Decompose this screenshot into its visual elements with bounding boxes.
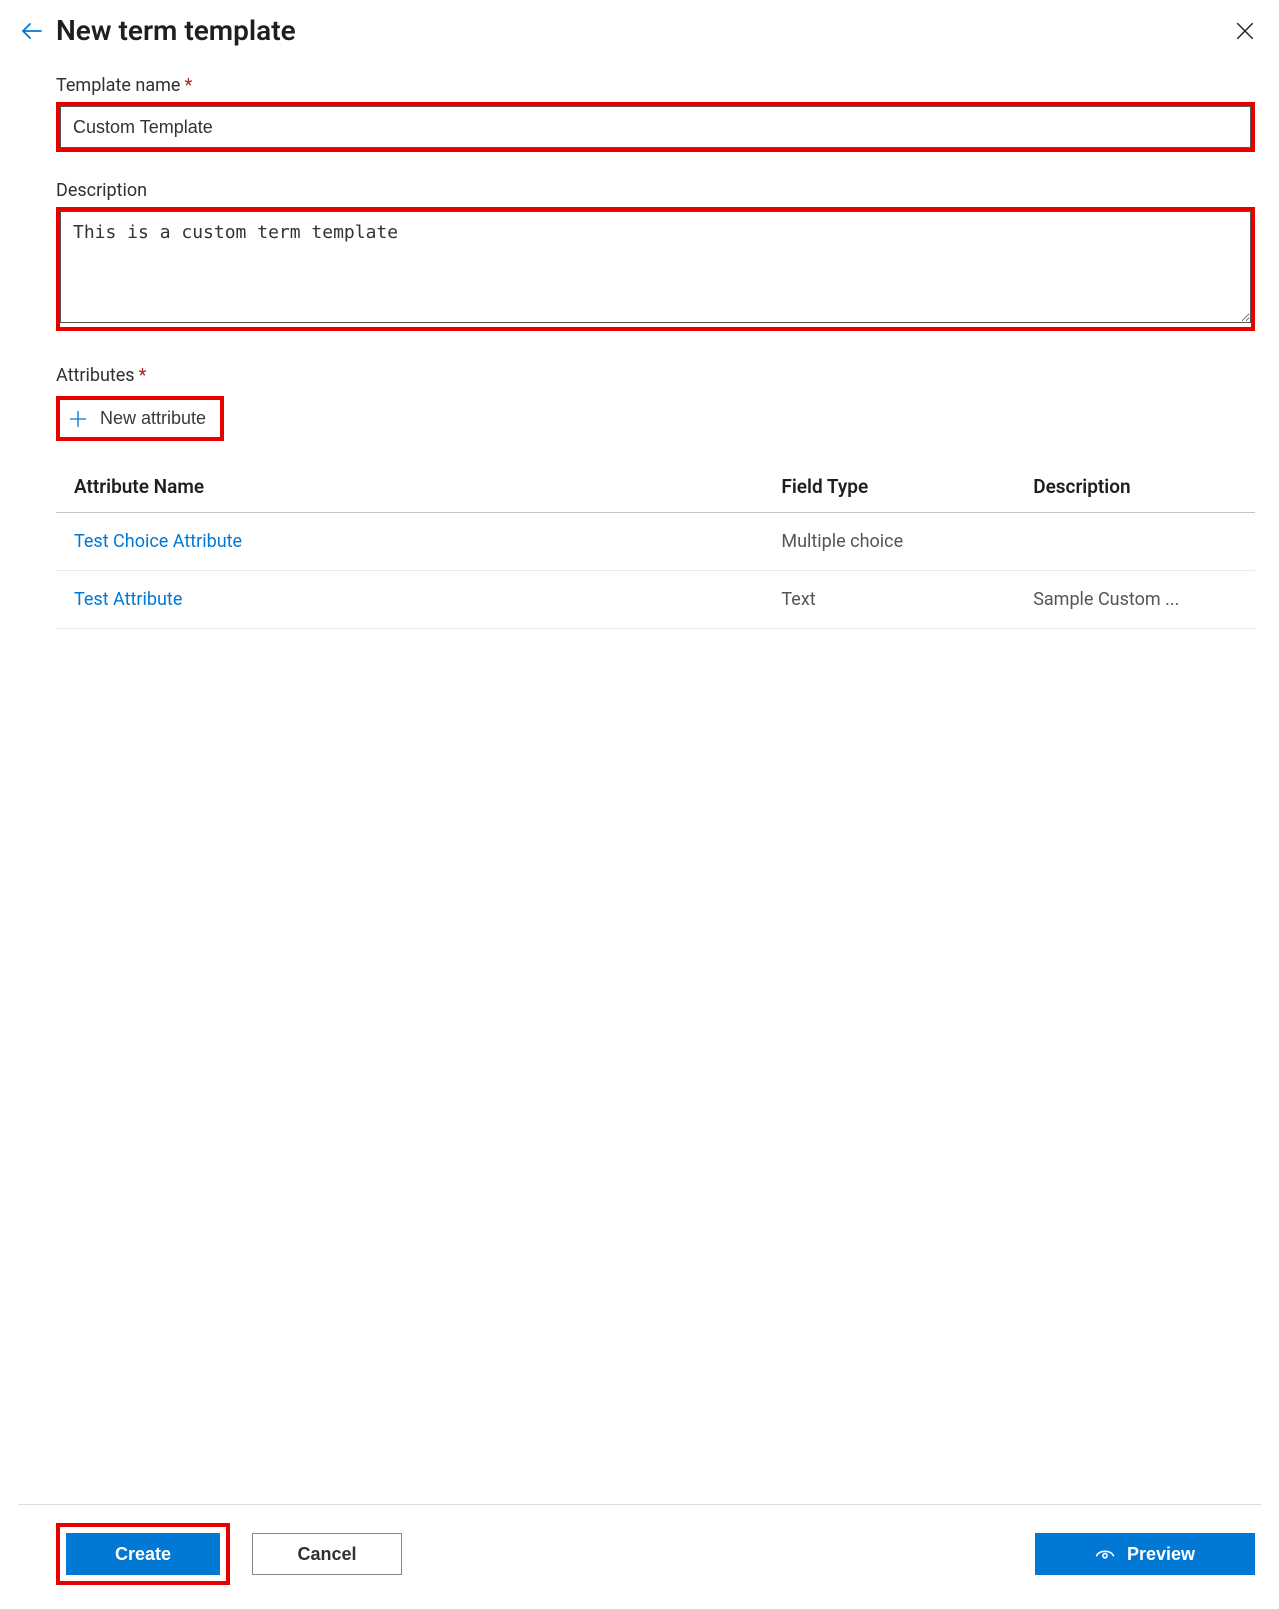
col-header-name[interactable]: Attribute Name (56, 461, 763, 513)
page-title: New term template (56, 14, 296, 47)
table-row: Test Choice Attribute Multiple choice (56, 513, 1255, 571)
new-attribute-label: New attribute (100, 408, 206, 429)
col-header-desc[interactable]: Description (1015, 461, 1255, 513)
template-name-input[interactable] (60, 106, 1251, 148)
description-textarea[interactable] (60, 211, 1251, 323)
back-button[interactable] (18, 17, 46, 45)
attributes-label: Attributes* (56, 365, 1255, 386)
description-cell: Sample Custom ... (1015, 571, 1255, 629)
col-header-type[interactable]: Field Type (763, 461, 1015, 513)
description-label: Description (56, 180, 1255, 201)
cancel-button[interactable]: Cancel (252, 1533, 402, 1575)
attributes-table: Attribute Name Field Type Description Te… (56, 461, 1255, 629)
footer-bar: Create Cancel Preview (18, 1504, 1261, 1585)
field-type-cell: Multiple choice (763, 513, 1015, 571)
arrow-left-icon (20, 19, 44, 43)
close-icon (1234, 20, 1256, 42)
attribute-link[interactable]: Test Attribute (74, 589, 182, 610)
preview-label: Preview (1127, 1544, 1195, 1565)
table-row: Test Attribute Text Sample Custom ... (56, 571, 1255, 629)
template-name-label: Template name* (56, 75, 1255, 96)
preview-button[interactable]: Preview (1035, 1533, 1255, 1575)
description-cell (1015, 513, 1255, 571)
close-button[interactable] (1229, 15, 1261, 47)
create-button[interactable]: Create (66, 1533, 220, 1575)
attribute-link[interactable]: Test Choice Attribute (74, 531, 242, 552)
page-header: New term template (18, 14, 1261, 47)
new-attribute-button[interactable]: New attribute (60, 400, 220, 437)
plus-icon (68, 409, 88, 429)
field-type-cell: Text (763, 571, 1015, 629)
preview-icon (1095, 1544, 1115, 1564)
